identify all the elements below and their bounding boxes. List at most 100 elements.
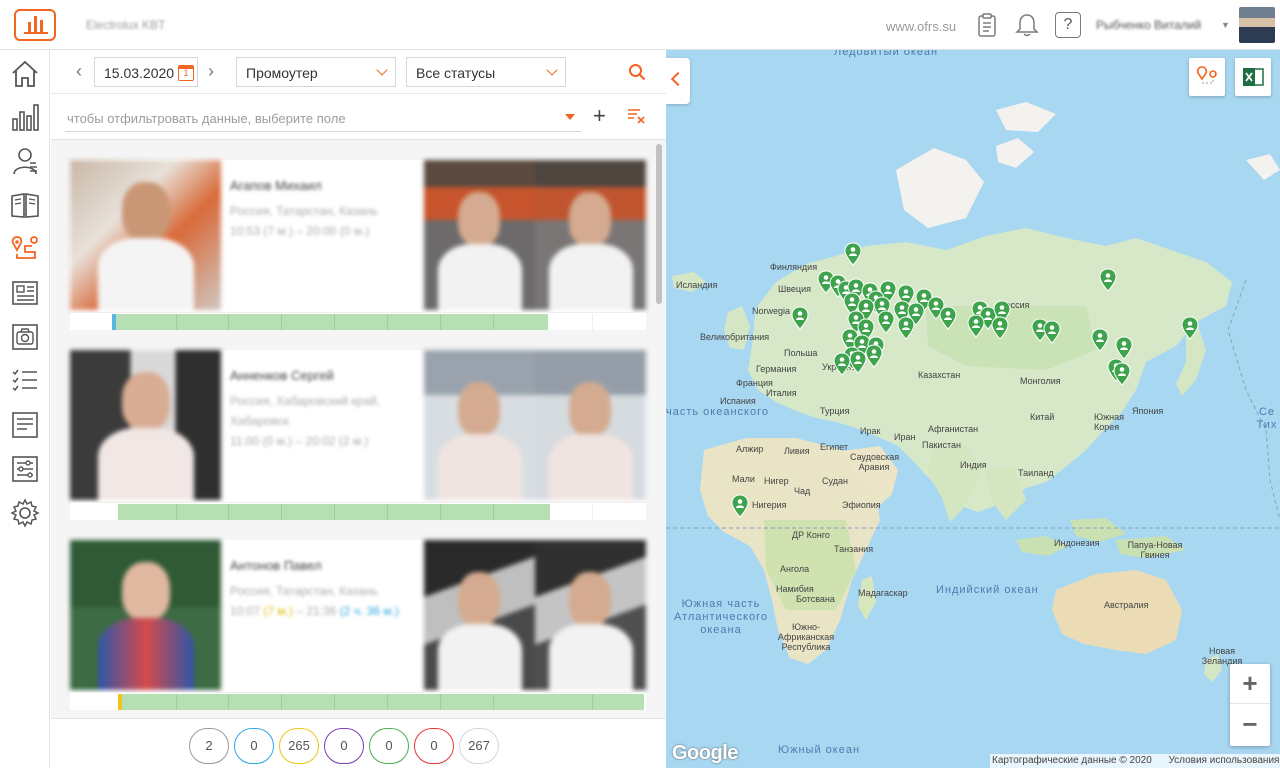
- promoter-name: Анненков Сергей: [230, 368, 334, 383]
- ocean-label-atlantic: часть океанского: [666, 406, 769, 418]
- promoter-location-marker[interactable]: [877, 310, 895, 334]
- export-excel-button[interactable]: [1235, 58, 1271, 96]
- map-label: Мадагаскар: [858, 588, 908, 598]
- map-label: Пакистан: [922, 440, 961, 450]
- zoom-in-button[interactable]: +: [1230, 664, 1270, 704]
- filter-bar: +: [51, 94, 666, 140]
- map-label: Индия: [960, 460, 987, 470]
- promoter-card[interactable]: Анненков Сергей Россия, Хабаровский край…: [70, 350, 646, 520]
- status-count-total[interactable]: 267: [459, 728, 499, 764]
- prev-date-button[interactable]: ‹: [69, 62, 89, 82]
- checkin-photos[interactable]: [424, 160, 646, 310]
- book-icon[interactable]: [10, 190, 40, 220]
- promoter-location-marker[interactable]: [1091, 328, 1109, 352]
- promoter-location-marker[interactable]: [1113, 362, 1131, 386]
- checkin-photos[interactable]: [424, 540, 646, 690]
- map-label: Монголия: [1020, 376, 1061, 386]
- promoter-location-marker[interactable]: [865, 344, 883, 368]
- work-timeline: [70, 692, 646, 710]
- map-label: Италия: [766, 388, 797, 398]
- promoter-location-marker[interactable]: [939, 306, 957, 330]
- next-date-button[interactable]: ›: [201, 62, 221, 82]
- promoter-info: Агапов Михаил Россия, Татарстан, Казань …: [230, 178, 420, 241]
- world-map[interactable]: Ледовитый океан часть океанского Индийск…: [666, 50, 1280, 768]
- map-label: Турция: [820, 406, 850, 416]
- checklist-icon[interactable]: [10, 366, 40, 396]
- map-label: Китай: [1030, 412, 1055, 422]
- ocean-label-arctic: Ледовитый океан: [834, 50, 939, 58]
- promoter-location-marker[interactable]: [844, 242, 862, 266]
- promoter-card[interactable]: Агапов Михаил Россия, Татарстан, Казань …: [70, 160, 646, 330]
- promoter-location-marker[interactable]: [991, 316, 1009, 340]
- clipboard-icon[interactable]: [974, 12, 1000, 38]
- map-label: Япония: [1132, 406, 1164, 416]
- promoter-time: 11:00 (0 м.) – 20:02 (2 м.): [230, 434, 369, 448]
- status-count-yellow[interactable]: 265: [279, 728, 319, 764]
- map-label: Южно-Африканская Республика: [777, 622, 835, 652]
- clear-filter-icon[interactable]: [627, 108, 645, 124]
- google-logo: Google: [672, 742, 738, 764]
- promoter-location-marker[interactable]: [1099, 268, 1117, 292]
- promoter-location-marker[interactable]: [791, 306, 809, 330]
- top-bar: Electrolux KBT www.ofrs.su ? Рыбченко Ви…: [0, 0, 1280, 50]
- app-logo-icon[interactable]: [14, 9, 56, 41]
- map-label: Испания: [720, 396, 756, 406]
- home-icon[interactable]: [10, 59, 40, 89]
- promoter-location-marker[interactable]: [967, 314, 985, 338]
- avatar[interactable]: [1239, 7, 1275, 43]
- list-scrollbar[interactable]: [656, 144, 662, 304]
- promoter-location-marker[interactable]: [1181, 316, 1199, 340]
- chart-icon[interactable]: [10, 102, 40, 132]
- app-title: Electrolux KBT: [86, 18, 166, 32]
- route-icon[interactable]: [10, 234, 40, 264]
- dropdown-triangle-icon[interactable]: [565, 114, 575, 120]
- status-count-purple[interactable]: 0: [324, 728, 364, 764]
- help-icon[interactable]: ?: [1055, 12, 1081, 38]
- filter-input[interactable]: [65, 106, 545, 130]
- status-count-red[interactable]: 0: [414, 728, 454, 764]
- status-select[interactable]: Все статусы: [406, 57, 566, 87]
- promoter-region: Россия, Татарстан, Казань: [230, 584, 378, 598]
- promoter-region: Россия, Татарстан, Казань: [230, 204, 378, 218]
- filter-field[interactable]: [65, 106, 581, 132]
- photo-report-icon[interactable]: [10, 322, 40, 352]
- map-label: Великобритания: [700, 332, 770, 342]
- user-menu-caret-icon[interactable]: ▼: [1221, 20, 1230, 30]
- promoter-location-marker[interactable]: [897, 316, 915, 340]
- status-count-gray[interactable]: 2: [189, 728, 229, 764]
- site-link[interactable]: www.ofrs.su: [886, 19, 956, 34]
- collapse-panel-button[interactable]: [666, 58, 690, 104]
- terms-link[interactable]: Условия использования: [1168, 755, 1279, 766]
- document-icon[interactable]: [10, 410, 40, 440]
- users-icon[interactable]: [10, 146, 40, 176]
- promoter-location-marker[interactable]: [1043, 320, 1061, 344]
- map-label: Новая Зеландия: [1201, 646, 1243, 666]
- calendar-icon[interactable]: 1: [178, 65, 194, 81]
- sliders-icon[interactable]: [10, 454, 40, 484]
- promoter-location-marker[interactable]: [1115, 336, 1133, 360]
- bell-icon[interactable]: [1014, 12, 1040, 38]
- date-picker[interactable]: 15.03.2020 1: [94, 57, 198, 87]
- checkin-photos[interactable]: [424, 350, 646, 500]
- user-name[interactable]: Рыбченко Виталий: [1096, 18, 1201, 32]
- role-select[interactable]: Промоутер: [236, 57, 396, 87]
- promoter-card[interactable]: Антонов Павел Россия, Татарстан, Казань …: [70, 540, 646, 710]
- news-icon[interactable]: [10, 278, 40, 308]
- map-label: ДР Конго: [792, 530, 830, 540]
- zoom-out-button[interactable]: −: [1230, 705, 1270, 745]
- settings-icon[interactable]: [10, 498, 40, 528]
- route-map-button[interactable]: [1189, 58, 1225, 96]
- map-label: Ливия: [784, 446, 810, 456]
- search-icon[interactable]: [628, 63, 646, 81]
- promoter-location-marker[interactable]: [731, 494, 749, 518]
- map-label: Франция: [736, 378, 773, 388]
- status-count-green[interactable]: 0: [369, 728, 409, 764]
- map-label: Ангола: [780, 564, 810, 574]
- promoter-name: Агапов Михаил: [230, 178, 322, 193]
- work-timeline: [70, 502, 646, 520]
- status-count-blue[interactable]: 0: [234, 728, 274, 764]
- add-filter-button[interactable]: +: [593, 105, 606, 127]
- chevron-down-icon: [376, 64, 388, 76]
- map-label: Танзания: [834, 544, 874, 554]
- work-timeline: [70, 312, 646, 330]
